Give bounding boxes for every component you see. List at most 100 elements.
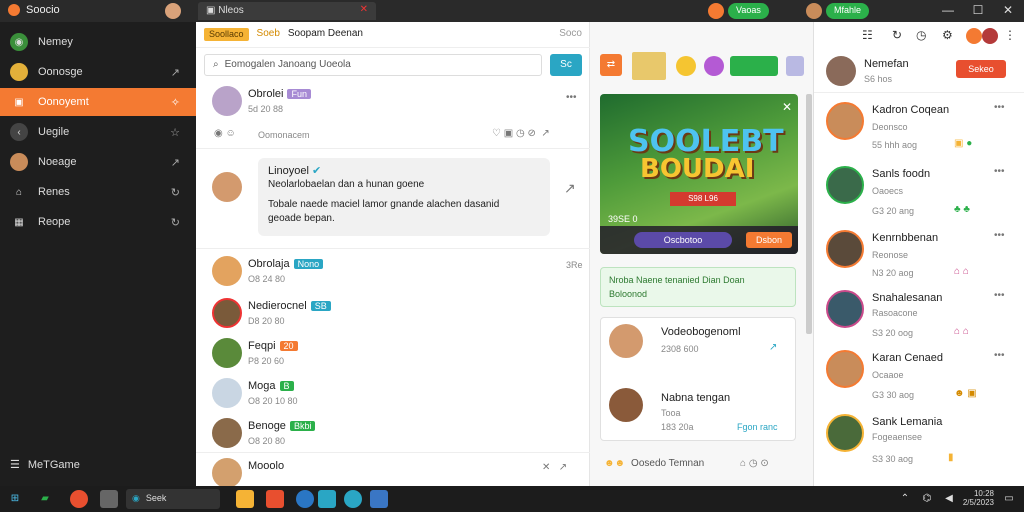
store-icon[interactable] <box>266 490 284 508</box>
browser-tab[interactable]: ▣ Nleos ✕ <box>198 2 376 20</box>
wifi-icon[interactable]: ⌬ <box>918 490 936 508</box>
close-tab-icon[interactable]: ✕ <box>360 4 368 15</box>
current-user-avatar[interactable] <box>826 56 856 86</box>
close-window-icon[interactable]: ✕ <box>998 3 1018 17</box>
more-icon[interactable]: ••• <box>994 102 1005 113</box>
friend-name[interactable]: Kadron Coqean <box>872 104 949 116</box>
friend-actions[interactable]: ▣ ● <box>954 138 972 149</box>
emoji-icon[interactable] <box>676 56 696 76</box>
pinned-app-icon[interactable]: ▰ <box>36 490 54 508</box>
list-avatar[interactable] <box>212 378 242 408</box>
thumbnail[interactable] <box>632 52 666 80</box>
more-icon[interactable]: ••• <box>566 92 577 103</box>
reaction-icons[interactable]: ♡ ▣ ◷ ⊘ ↗ <box>492 128 550 139</box>
more-icon[interactable]: ••• <box>994 166 1005 177</box>
tray-icons[interactable]: ⌃ <box>896 490 914 508</box>
status-pill[interactable]: Vaoas <box>728 3 769 19</box>
history-icon[interactable]: ◷ <box>916 28 926 42</box>
list-item-name[interactable]: Moga B <box>248 380 294 392</box>
sidebar-item-oonoyemt[interactable]: ▣ Oonoyemt ✧ <box>0 88 196 116</box>
app-icon[interactable] <box>100 490 118 508</box>
more-icon[interactable]: ⋮ <box>1004 28 1016 42</box>
sidebar-item-reope[interactable]: ▦ Reope ↻ <box>0 208 196 236</box>
list-item-name[interactable]: Nedierocnel SB <box>248 300 331 312</box>
footer-actions[interactable]: ⌂ ◷ ⊙ <box>740 458 769 469</box>
clock[interactable]: 10:28 2/5/2023 <box>962 489 994 507</box>
more-icon[interactable]: ••• <box>994 290 1005 301</box>
banner-pill[interactable]: Oscbotoo <box>634 232 732 248</box>
post-author[interactable]: Obrolei Fun <box>248 88 311 100</box>
list-avatar[interactable] <box>212 458 242 488</box>
friend-actions[interactable]: ⌂ ⌂ <box>954 326 969 337</box>
app-icon[interactable] <box>318 490 336 508</box>
share-icon[interactable]: ↗ <box>769 342 777 353</box>
contact-name[interactable]: Vodeobogenoml <box>661 326 741 338</box>
friend-actions[interactable]: ▮ <box>948 452 954 463</box>
friend-avatar[interactable] <box>826 414 864 452</box>
share-icon[interactable]: ↗ <box>564 180 576 197</box>
scrollbar[interactable] <box>806 94 812 334</box>
game-banner[interactable]: ✕ SOOLEBT BOUDAI S98 L96 39SE 0 Oscbotoo… <box>600 94 798 254</box>
list-item-name[interactable]: Mooolo <box>248 460 284 472</box>
profile-avatar[interactable] <box>165 3 181 19</box>
start-icon[interactable]: ⊞ <box>6 490 24 508</box>
menu-icon[interactable] <box>786 56 804 76</box>
app-icon[interactable] <box>344 490 362 508</box>
contact-avatar[interactable] <box>609 388 643 422</box>
search-input[interactable]: ⌕ Eomogalen Janoang Uoeola <box>204 54 542 76</box>
sidebar-item-nemey[interactable]: ◉ Nemey <box>0 28 196 56</box>
refresh-icon[interactable]: ↻ <box>892 28 902 42</box>
avatar-mini[interactable] <box>966 28 982 44</box>
friend-name[interactable]: Sank Lemania <box>872 416 942 428</box>
notification-icon[interactable] <box>708 3 724 19</box>
contact-avatar[interactable] <box>609 324 643 358</box>
folder-icon[interactable] <box>236 490 254 508</box>
settings-icon[interactable]: ⚙ <box>942 28 953 42</box>
friend-name[interactable]: Karan Cenaed <box>872 352 943 364</box>
message-avatar[interactable] <box>212 172 242 202</box>
friend-name[interactable]: Sanls foodn <box>872 168 930 180</box>
user-action-button[interactable]: Sekeo <box>956 60 1006 78</box>
list-avatar[interactable] <box>212 418 242 448</box>
friend-avatar[interactable] <box>826 290 864 328</box>
list-avatar[interactable] <box>212 256 242 286</box>
shuffle-icon[interactable]: ⇄ <box>600 54 622 76</box>
edge-icon[interactable] <box>296 490 314 508</box>
list-avatar[interactable] <box>212 298 242 328</box>
grid-icon[interactable]: ☷ <box>862 28 873 42</box>
minimize-icon[interactable]: — <box>938 3 958 17</box>
friend-avatar[interactable] <box>826 350 864 388</box>
list-item-name[interactable]: Benoge Bkbi <box>248 420 316 432</box>
more-icon[interactable]: ••• <box>994 350 1005 361</box>
post-avatar[interactable] <box>212 86 242 116</box>
user-avatar[interactable] <box>806 3 822 19</box>
taskbar-search[interactable]: ◉ Seek <box>126 489 220 509</box>
app-icon[interactable] <box>370 490 388 508</box>
search-button[interactable]: Sc <box>550 54 582 76</box>
user-pill[interactable]: Mfahle <box>826 3 870 19</box>
sidebar-item-noeage[interactable]: Noeage ↗ <box>0 148 196 176</box>
friend-actions[interactable]: ⌂ ⌂ <box>954 266 969 277</box>
avatar-mini[interactable] <box>982 28 998 44</box>
sidebar-item-oonosge[interactable]: Oonosge ↗ <box>0 58 196 86</box>
friend-actions[interactable]: ☻ ▣ <box>954 388 977 399</box>
list-item-name[interactable]: Obrolaja Nono <box>248 258 324 270</box>
more-icon[interactable]: ••• <box>994 230 1005 241</box>
green-action-button[interactable] <box>730 56 778 76</box>
friend-avatar[interactable] <box>826 166 864 204</box>
sidebar-item-renes[interactable]: ⌂ Renes ↻ <box>0 178 196 206</box>
browser-icon[interactable] <box>70 490 88 508</box>
list-item-name[interactable]: Feqpi 20 <box>248 340 298 352</box>
contact-name[interactable]: Nabna tengan <box>661 392 730 404</box>
banner-cta-button[interactable]: Dsbon <box>746 232 792 248</box>
list-avatar[interactable] <box>212 338 242 368</box>
contact-link[interactable]: Fgon ranc <box>737 422 778 432</box>
maximize-icon[interactable]: ☐ <box>968 3 988 17</box>
friend-avatar[interactable] <box>826 230 864 268</box>
sidebar-item-uegile[interactable]: ‹ Uegile ☆ <box>0 118 196 146</box>
friend-name[interactable]: Kenrnbbenan <box>872 232 938 244</box>
friend-name[interactable]: Snahalesanan <box>872 292 942 304</box>
badge-icon[interactable] <box>704 56 724 76</box>
tools-icon[interactable]: ✕ ↗ <box>542 462 567 473</box>
volume-icon[interactable]: ◀ <box>940 490 958 508</box>
